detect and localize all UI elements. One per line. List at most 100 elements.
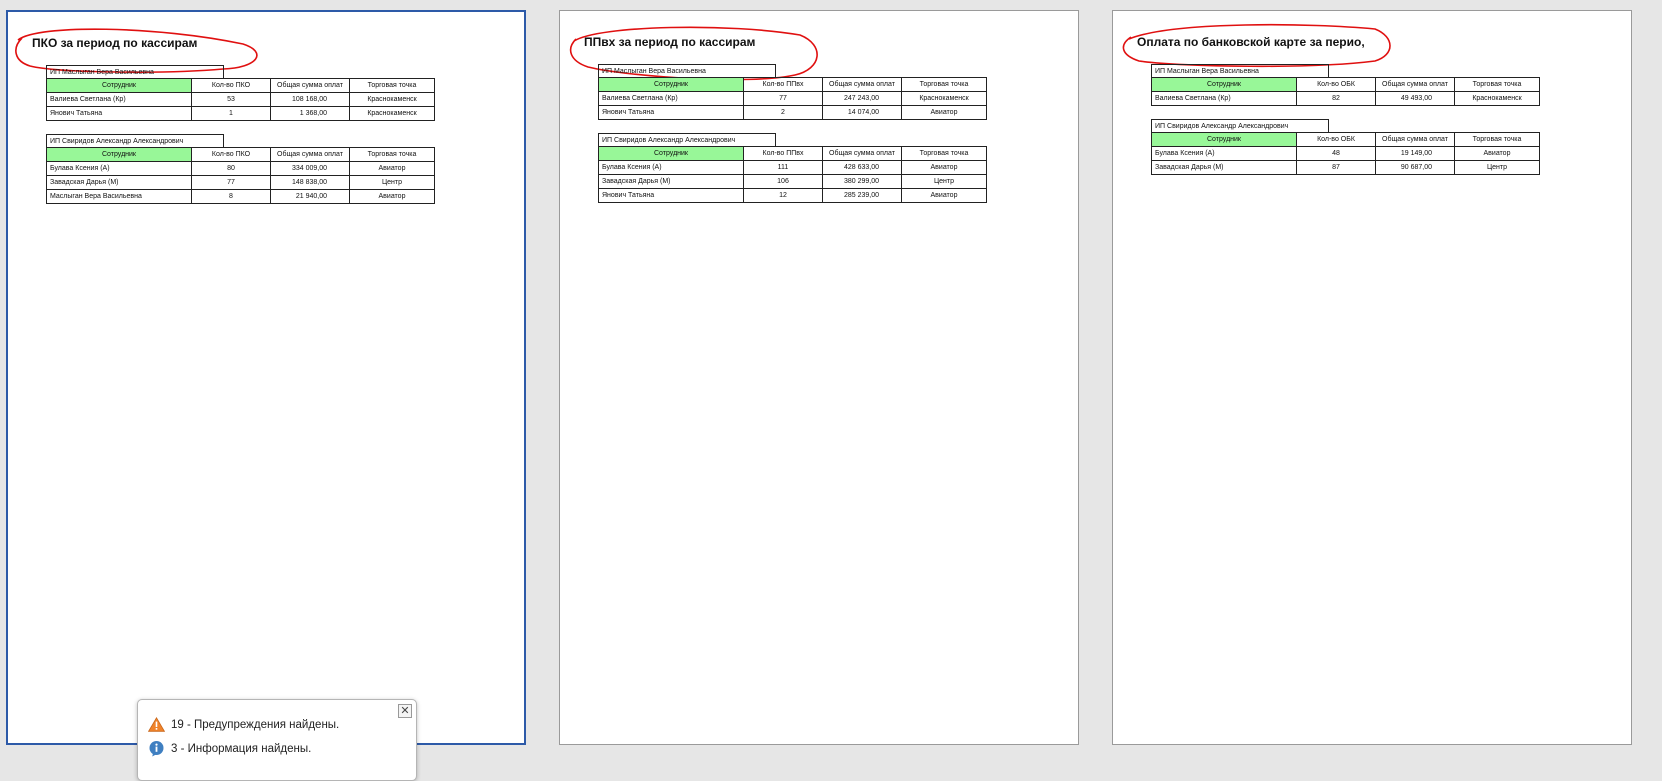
table-row: Янович Татьяна 2 14 074,00 Авиатор	[598, 105, 987, 120]
count-cell: 1	[191, 106, 271, 121]
count-cell: 82	[1296, 91, 1376, 106]
employee-cell: Янович Татьяна	[598, 188, 744, 203]
report-page-pko[interactable]: ПКО за период по кассирам ИП Маслыган Ве…	[6, 10, 526, 745]
company-name: ИП Свиридов Александр Александрович	[1151, 119, 1329, 132]
company-group: ИП Свиридов Александр Александрович Сотр…	[1151, 119, 1540, 175]
company-name: ИП Свиридов Александр Александрович	[46, 134, 224, 147]
column-header: Общая сумма оплат	[270, 147, 350, 162]
outlet-cell: Центр	[1454, 160, 1540, 175]
page-title: ППвх за период по кассирам	[584, 35, 756, 49]
employee-cell: Валиева Светлана (Кр)	[46, 92, 192, 107]
employee-cell: Янович Татьяна	[598, 105, 744, 120]
table-row: Булава Ксения (А) 80 334 009,00 Авиатор	[46, 161, 435, 176]
column-header: Сотрудник	[46, 147, 192, 162]
column-header: Общая сумма оплат	[822, 77, 902, 92]
column-header: Торговая точка	[1454, 132, 1540, 147]
count-cell: 87	[1296, 160, 1376, 175]
count-cell: 111	[743, 160, 823, 175]
table-header-row: Сотрудник Кол-во ПКО Общая сумма оплат Т…	[46, 78, 435, 93]
column-header: Кол-во ППвх	[743, 77, 823, 92]
count-cell: 77	[743, 91, 823, 106]
amount-cell: 247 243,00	[822, 91, 902, 106]
report-table: Сотрудник Кол-во ППвх Общая сумма оплат …	[598, 146, 987, 203]
report-table: Сотрудник Кол-во ПКО Общая сумма оплат Т…	[46, 147, 435, 204]
table-row: Завадская Дарья (М) 106 380 299,00 Центр	[598, 174, 987, 189]
table-row: Янович Татьяна 1 1 368,00 Краснокаменск	[46, 106, 435, 121]
outlet-cell: Авиатор	[901, 188, 987, 203]
table-header-row: Сотрудник Кол-во ОБК Общая сумма оплат Т…	[1151, 132, 1540, 147]
table-header-row: Сотрудник Кол-во ОБК Общая сумма оплат Т…	[1151, 77, 1540, 92]
company-name: ИП Маслыган Вера Васильевна	[598, 64, 776, 77]
report-page-obk[interactable]: Оплата по банковской карте за перио, ИП …	[1112, 10, 1632, 745]
info-message-text: 3 - Информация найдены.	[171, 742, 312, 755]
employee-cell: Маслыган Вера Васильевна	[46, 189, 192, 204]
outlet-cell: Центр	[901, 174, 987, 189]
column-header: Сотрудник	[598, 146, 744, 161]
table-row: Янович Татьяна 12 285 239,00 Авиатор	[598, 188, 987, 203]
close-icon[interactable]: ✕	[398, 704, 412, 718]
report-table: Сотрудник Кол-во ОБК Общая сумма оплат Т…	[1151, 77, 1540, 106]
amount-cell: 148 838,00	[270, 175, 350, 190]
outlet-cell: Авиатор	[901, 105, 987, 120]
amount-cell: 21 940,00	[270, 189, 350, 204]
outlet-cell: Центр	[349, 175, 435, 190]
column-header: Кол-во ППвх	[743, 146, 823, 161]
table-header-row: Сотрудник Кол-во ППвх Общая сумма оплат …	[598, 77, 987, 92]
amount-cell: 285 239,00	[822, 188, 902, 203]
count-cell: 48	[1296, 146, 1376, 161]
employee-cell: Завадская Дарья (М)	[1151, 160, 1297, 175]
amount-cell: 108 168,00	[270, 92, 350, 107]
count-cell: 2	[743, 105, 823, 120]
column-header: Общая сумма оплат	[270, 78, 350, 93]
table-header-row: Сотрудник Кол-во ППвх Общая сумма оплат …	[598, 146, 987, 161]
warning-message-text: 19 - Предупреждения найдены.	[171, 718, 340, 731]
report-table: Сотрудник Кол-во ПКО Общая сумма оплат Т…	[46, 78, 435, 121]
outlet-cell: Краснокаменск	[349, 92, 435, 107]
info-message-row[interactable]: 3 - Информация найдены.	[148, 740, 311, 757]
amount-cell: 14 074,00	[822, 105, 902, 120]
employee-cell: Булава Ксения (А)	[1151, 146, 1297, 161]
company-name: ИП Маслыган Вера Васильевна	[46, 65, 224, 78]
warning-message-row[interactable]: 19 - Предупреждения найдены.	[148, 717, 339, 732]
employee-cell: Янович Татьяна	[46, 106, 192, 121]
company-group: ИП Маслыган Вера Васильевна Сотрудник Ко…	[598, 64, 987, 120]
count-cell: 77	[191, 175, 271, 190]
employee-cell: Завадская Дарья (М)	[598, 174, 744, 189]
employee-cell: Валиева Светлана (Кр)	[598, 91, 744, 106]
amount-cell: 334 009,00	[270, 161, 350, 176]
outlet-cell: Краснокаменск	[349, 106, 435, 121]
amount-cell: 380 299,00	[822, 174, 902, 189]
messages-popup: ✕ 19 - Предупреждения найдены. 3 - Инфор…	[137, 699, 417, 781]
outlet-cell: Краснокаменск	[901, 91, 987, 106]
table-row: Валиева Светлана (Кр) 77 247 243,00 Крас…	[598, 91, 987, 106]
report-page-ppvh[interactable]: ППвх за период по кассирам ИП Маслыган В…	[559, 10, 1079, 745]
company-name: ИП Свиридов Александр Александрович	[598, 133, 776, 146]
warning-icon	[148, 717, 165, 732]
column-header: Торговая точка	[349, 78, 435, 93]
employee-cell: Валиева Светлана (Кр)	[1151, 91, 1297, 106]
column-header: Кол-во ПКО	[191, 78, 271, 93]
outlet-cell: Авиатор	[1454, 146, 1540, 161]
column-header: Общая сумма оплат	[822, 146, 902, 161]
table-row: Завадская Дарья (М) 77 148 838,00 Центр	[46, 175, 435, 190]
column-header: Торговая точка	[901, 77, 987, 92]
employee-cell: Булава Ксения (А)	[598, 160, 744, 175]
info-icon	[149, 741, 164, 757]
company-name: ИП Маслыган Вера Васильевна	[1151, 64, 1329, 77]
outlet-cell: Авиатор	[901, 160, 987, 175]
table-header-row: Сотрудник Кол-во ПКО Общая сумма оплат Т…	[46, 147, 435, 162]
report-table: Сотрудник Кол-во ОБК Общая сумма оплат Т…	[1151, 132, 1540, 175]
table-row: Маслыган Вера Васильевна 8 21 940,00 Ави…	[46, 189, 435, 204]
table-row: Завадская Дарья (М) 87 90 687,00 Центр	[1151, 160, 1540, 175]
count-cell: 106	[743, 174, 823, 189]
column-header: Сотрудник	[598, 77, 744, 92]
count-cell: 12	[743, 188, 823, 203]
company-group: ИП Маслыган Вера Васильевна Сотрудник Ко…	[1151, 64, 1540, 106]
outlet-cell: Авиатор	[349, 189, 435, 204]
count-cell: 8	[191, 189, 271, 204]
column-header: Кол-во ОБК	[1296, 77, 1376, 92]
page-title: Оплата по банковской карте за перио,	[1137, 35, 1365, 49]
employee-cell: Булава Ксения (А)	[46, 161, 192, 176]
column-header: Торговая точка	[1454, 77, 1540, 92]
count-cell: 80	[191, 161, 271, 176]
